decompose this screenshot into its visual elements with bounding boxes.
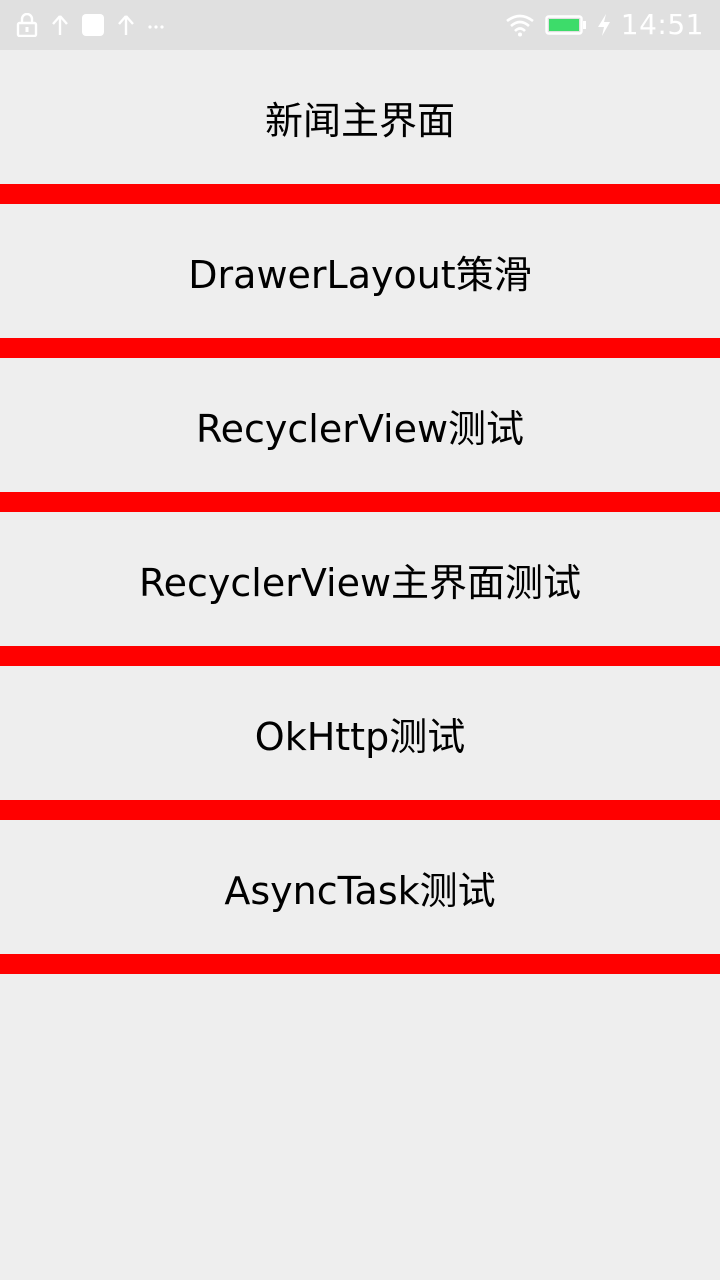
charging-bolt-icon [597, 13, 611, 37]
divider [0, 800, 720, 820]
menu-item-drawer-layout[interactable]: DrawerLayout策滑 [0, 204, 720, 338]
status-bar: 14:51 [0, 0, 720, 50]
lock-icon [16, 13, 38, 37]
menu-item-label: RecyclerView测试 [195, 406, 525, 451]
menu-list: 新闻主界面 DrawerLayout策滑 RecyclerView测试 Recy… [0, 50, 720, 974]
divider [0, 646, 720, 666]
divider [0, 184, 720, 204]
menu-item-label: 新闻主界面 [264, 98, 455, 143]
wifi-icon [505, 13, 535, 37]
menu-item-label: RecyclerView主界面测试 [138, 560, 582, 605]
menu-item-label: DrawerLayout策滑 [188, 252, 532, 297]
menu-item-label: OkHttp测试 [254, 714, 466, 759]
upload-arrow-icon [50, 13, 70, 37]
battery-icon [545, 14, 587, 36]
divider [0, 954, 720, 974]
menu-item-label: AsyncTask测试 [224, 868, 496, 913]
more-dots-icon [148, 13, 164, 37]
status-time: 14:51 [620, 8, 704, 41]
battery-level-fill [548, 19, 579, 31]
square-notification-icon [82, 14, 104, 36]
status-bar-system: 14:51 [505, 0, 704, 50]
menu-item-recyclerview-test[interactable]: RecyclerView测试 [0, 358, 720, 492]
status-bar-notifications [16, 0, 164, 50]
menu-item-asynctask-test[interactable]: AsyncTask测试 [0, 820, 720, 954]
divider [0, 338, 720, 358]
divider [0, 492, 720, 512]
upload-arrow-icon [116, 13, 136, 37]
menu-item-news-main[interactable]: 新闻主界面 [0, 50, 720, 184]
menu-item-recyclerview-main-test[interactable]: RecyclerView主界面测试 [0, 512, 720, 646]
menu-item-okhttp-test[interactable]: OkHttp测试 [0, 666, 720, 800]
